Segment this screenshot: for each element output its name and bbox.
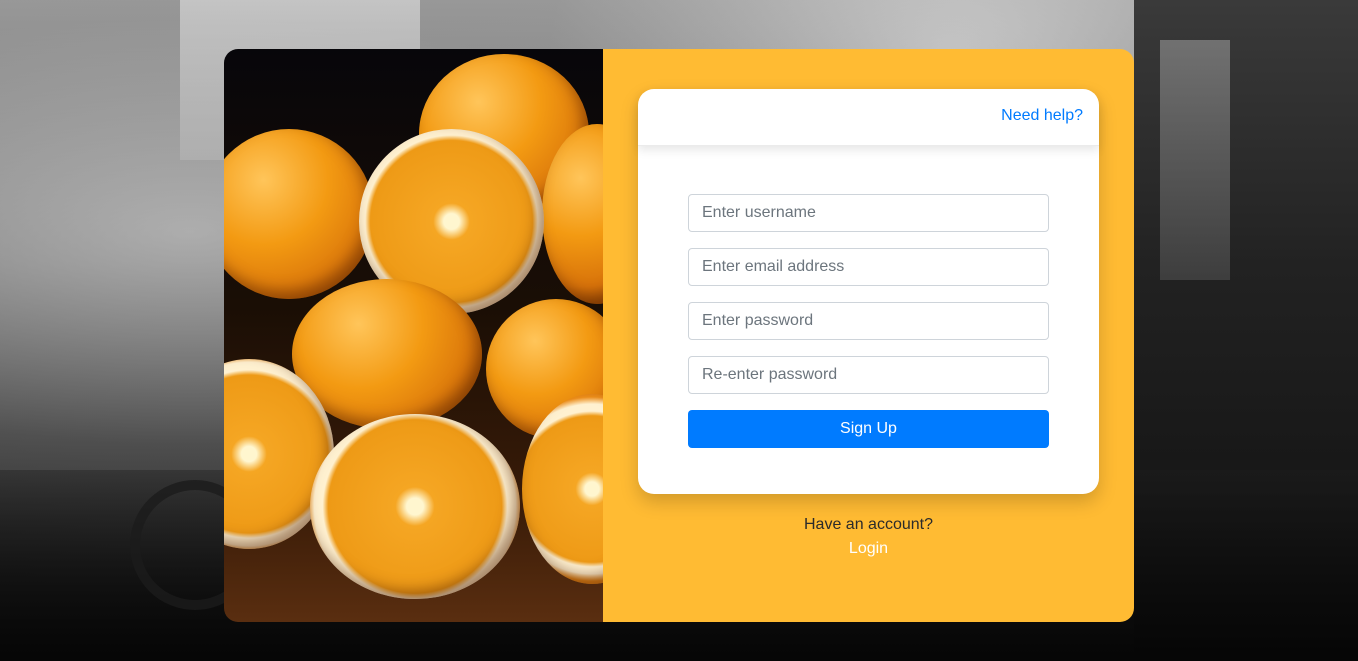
form-panel: Need help? Sign Up Have an account? Logi… <box>603 49 1134 622</box>
orange-whole <box>224 129 374 299</box>
have-account-text: Have an account? <box>804 516 933 533</box>
sign-up-button[interactable]: Sign Up <box>688 410 1049 448</box>
oranges-image <box>224 49 603 622</box>
orange-half <box>310 414 520 599</box>
password-input[interactable] <box>688 302 1049 340</box>
confirm-password-input[interactable] <box>688 356 1049 394</box>
username-input[interactable] <box>688 194 1049 232</box>
background-speaker <box>1160 40 1230 280</box>
signup-card: Need help? Sign Up Have an account? Logi… <box>224 49 1134 622</box>
login-link[interactable]: Login <box>603 540 1134 558</box>
email-input[interactable] <box>688 248 1049 286</box>
form-header: Need help? <box>638 89 1099 146</box>
form-card: Need help? Sign Up <box>638 89 1099 494</box>
need-help-link[interactable]: Need help? <box>1001 107 1083 125</box>
